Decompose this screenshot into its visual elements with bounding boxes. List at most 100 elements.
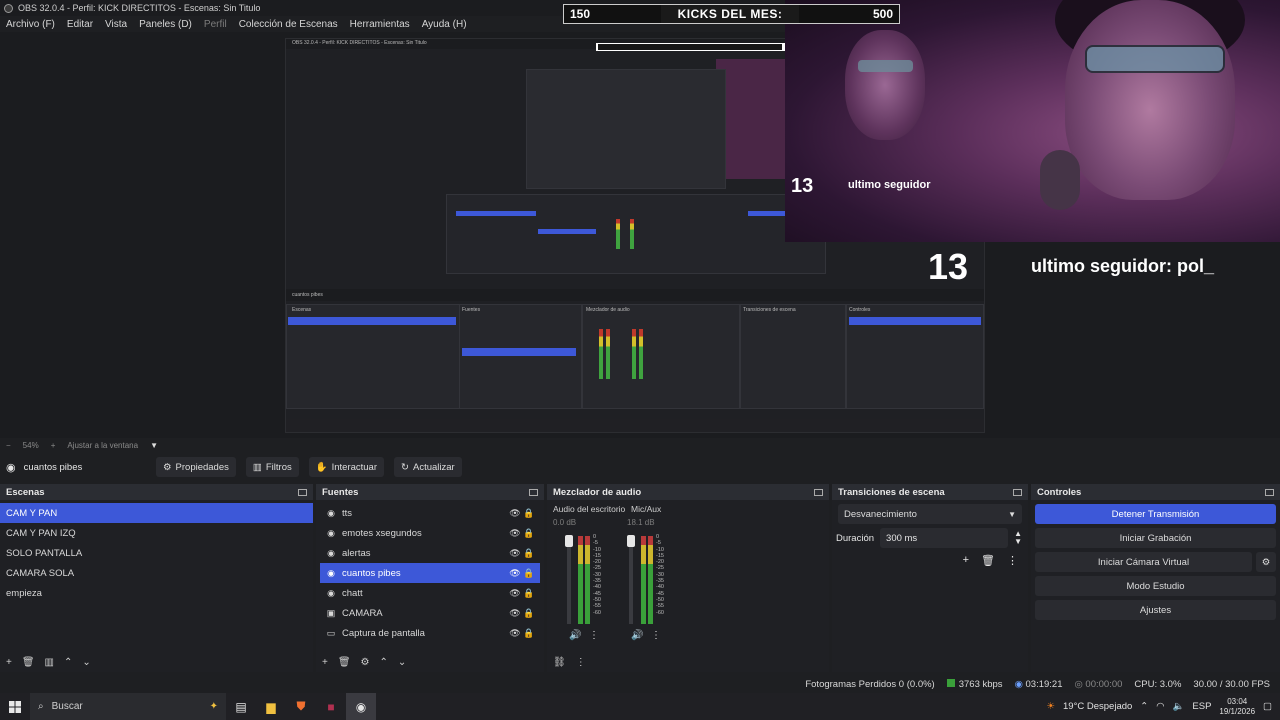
fit-window-label[interactable]: Ajustar a la ventana [67,441,138,450]
stepper-icon[interactable]: ▲ ▼ [1014,530,1022,546]
gear-icon[interactable]: ⚙ [1256,552,1276,572]
add-icon[interactable]: + [322,657,328,668]
menu-perfil[interactable]: Perfil [204,19,227,30]
chevron-up-icon[interactable]: ⌃ [380,657,388,668]
scene-item[interactable]: empieza [0,583,313,603]
settings-button[interactable]: Ajustes [1035,600,1276,620]
eye-icon[interactable]: 👁 [508,628,522,639]
refresh-button[interactable]: ↻ Actualizar [394,457,462,477]
more-options-icon[interactable]: ⋮ [589,630,599,641]
eye-icon[interactable]: 👁 [508,588,522,599]
app-icon[interactable]: ■ [316,693,346,720]
scene-item[interactable]: CAM Y PAN IZQ [0,523,313,543]
weather-icon: ☀ [1046,701,1055,712]
properties-button[interactable]: ⚙ Propiedades [156,457,236,477]
lock-icon[interactable]: 🔒 [522,508,536,519]
link-icon[interactable]: ⛓ [553,657,566,668]
volume-fader[interactable] [627,535,635,547]
wifi-icon[interactable]: ◠ [1156,701,1164,712]
windows-start-icon[interactable] [0,700,30,713]
add-icon[interactable]: + [963,554,969,567]
source-item[interactable]: ◉ alertas 👁 🔒 [320,543,540,563]
eye-icon[interactable]: 👁 [508,548,522,559]
menu-ayuda[interactable]: Ayuda (H) [422,19,467,30]
eye-icon[interactable]: 👁 [508,528,522,539]
menu-vista[interactable]: Vista [105,19,127,30]
lock-icon[interactable]: 🔒 [522,568,536,579]
volume-fader[interactable] [565,535,573,547]
dock-menu-icon[interactable] [529,488,538,496]
obs-taskbar-icon[interactable]: ◉ [346,693,376,720]
fps-readout: 30.00 / 30.00 FPS [1193,678,1270,690]
task-view-icon[interactable]: ▤ [226,693,256,720]
language-indicator[interactable]: ESP [1192,701,1211,712]
duration-input[interactable]: 300 ms [880,528,1009,548]
transition-select[interactable]: Desvanecimiento ▼ [838,504,1022,524]
scene-item[interactable]: CAMARA SOLA [0,563,313,583]
dock-menu-icon[interactable] [1013,488,1022,496]
virtual-camera-button[interactable]: Iniciar Cámara Virtual [1035,552,1252,572]
more-options-icon[interactable]: ⋮ [576,657,586,668]
notifications-icon[interactable]: ▢ [1263,701,1272,712]
search-placeholder: Buscar [51,701,83,712]
menu-coleccion[interactable]: Colección de Escenas [239,19,338,30]
tray-overflow-icon[interactable]: ⌃ [1140,701,1148,712]
more-options-icon[interactable]: ⋮ [1007,554,1018,567]
gear-icon[interactable]: ⚙ [361,657,370,668]
filter-icon[interactable]: ▥ [45,657,54,668]
brave-browser-icon[interactable]: ⛊ [286,693,316,720]
dock-menu-icon[interactable] [298,488,307,496]
channel-volume: 18.1 dB [627,518,655,527]
source-item[interactable]: ◉ tts 👁 🔒 [320,503,540,523]
speaker-icon[interactable]: 🔊 [569,630,581,641]
more-options-icon[interactable]: ⋮ [651,630,661,641]
source-item[interactable]: ◉ emotes xsegundos 👁 🔒 [320,523,540,543]
eye-icon[interactable]: 👁 [508,508,522,519]
menu-editar[interactable]: Editar [67,19,93,30]
menu-archivo[interactable]: Archivo (F) [6,19,55,30]
dock-menu-icon[interactable] [1265,488,1274,496]
filters-button[interactable]: ▥ Filtros [245,457,299,477]
source-item[interactable]: ▣ CAMARA 👁 🔒 [320,603,540,623]
volume-icon[interactable]: 🔈 [1173,701,1185,712]
trash-icon[interactable]: 🗑 [338,657,351,668]
chevron-down-icon: ▼ [1008,509,1016,519]
scene-item[interactable]: CAM Y PAN [0,503,313,523]
taskbar-search[interactable]: ⌕ Buscar ✦ [30,693,226,720]
trash-icon[interactable]: 🗑 [22,657,35,668]
studio-mode-button[interactable]: Modo Estudio [1035,576,1276,596]
refresh-label: Actualizar [412,461,455,473]
lock-icon[interactable]: 🔒 [522,608,536,619]
eye-icon[interactable]: 👁 [508,568,522,579]
menu-herramientas[interactable]: Herramientas [350,19,410,30]
kicks-title: KICKS DEL MES: [661,5,799,23]
source-item[interactable]: ◉ chatt 👁 🔒 [320,583,540,603]
lock-icon[interactable]: 🔒 [522,628,536,639]
chevron-down-icon[interactable]: ⌄ [398,657,406,668]
zoom-in-icon[interactable]: + [51,441,56,450]
chevron-up-icon[interactable]: ⌃ [64,657,72,668]
zoom-out-icon[interactable]: − [6,441,11,450]
browser-icon: ◉ [327,527,335,538]
interact-button[interactable]: ✋ Interactuar [308,457,385,477]
source-item[interactable]: ◉ cuantos pibes 👁 🔒 [320,563,540,583]
controls-dock: Controles Detener Transmisión Iniciar Gr… [1031,484,1280,672]
menu-paneles[interactable]: Paneles (D) [139,19,192,30]
clock[interactable]: 03:04 19/1/2026 [1219,697,1255,717]
trash-icon[interactable]: 🗑 [981,554,995,567]
chevron-down-icon[interactable]: ⌄ [82,657,90,668]
add-icon[interactable]: + [6,657,12,668]
speaker-icon[interactable]: 🔊 [631,630,643,641]
eye-icon[interactable]: 👁 [508,608,522,619]
start-record-button[interactable]: Iniciar Grabación [1035,528,1276,548]
stop-stream-button[interactable]: Detener Transmisión [1035,504,1276,524]
file-explorer-icon[interactable]: ▆ [256,693,286,720]
source-item[interactable]: ▭ Captura de pantalla 👁 🔒 [320,623,540,643]
lock-icon[interactable]: 🔒 [522,528,536,539]
dock-menu-icon[interactable] [814,488,823,496]
scene-item[interactable]: SOLO PANTALLA [0,543,313,563]
lock-icon[interactable]: 🔒 [522,548,536,559]
lock-icon[interactable]: 🔒 [522,588,536,599]
controls-header: Controles [1031,484,1280,500]
chevron-down-icon[interactable]: ▼ [150,441,158,450]
